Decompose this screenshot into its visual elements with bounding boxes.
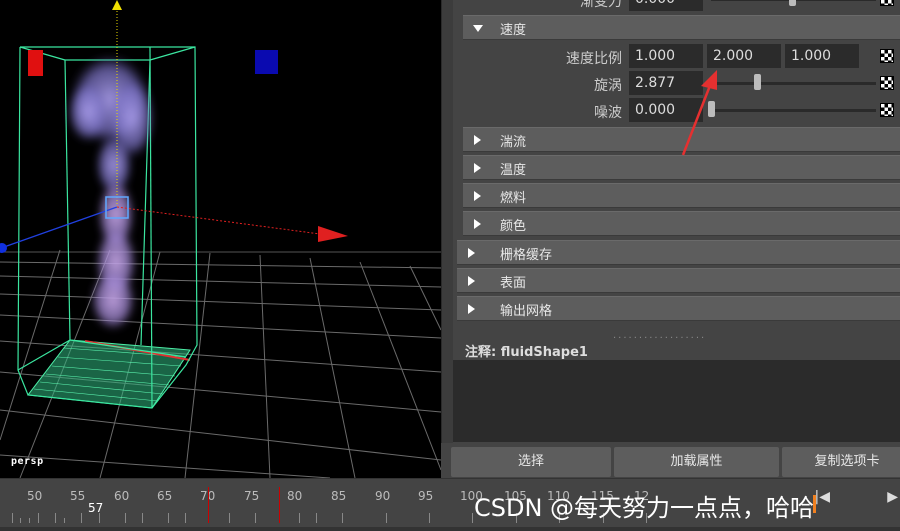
camera-label: persp — [11, 456, 44, 467]
key-marker — [208, 487, 209, 523]
red-marker — [28, 50, 43, 76]
watermark-text: CSDN @每天努力一点点，哈哈 — [474, 494, 815, 522]
tick-label: 55 — [70, 489, 86, 503]
load-attributes-button[interactable]: 加载属性 — [614, 447, 779, 477]
key-marker — [279, 487, 280, 523]
tick-label: 80 — [287, 489, 303, 503]
tick-label: 85 — [331, 489, 347, 503]
perspective-viewport[interactable]: persp — [0, 0, 441, 478]
tick-label: 65 — [157, 489, 173, 503]
step-back-icon[interactable]: |◀ — [815, 489, 830, 505]
bottom-strip — [0, 527, 900, 531]
panel-splitter[interactable] — [441, 0, 453, 478]
blue-marker — [255, 50, 278, 74]
tick-label: 50 — [27, 489, 43, 503]
play-forward-icon[interactable]: ▶ — [887, 489, 898, 505]
tick-label: 75 — [244, 489, 260, 503]
smoke-plume — [68, 55, 154, 330]
annotation-arrow — [681, 70, 717, 156]
tick-label: 95 — [418, 489, 434, 503]
tick-label: 60 — [114, 489, 130, 503]
select-button[interactable]: 选择 — [451, 447, 611, 477]
attribute-editor: 渐变力 0.000 速度 速度比例 1.000 2.000 1.000 旋涡 2… — [453, 0, 900, 478]
move-manipulator — [0, 0, 348, 253]
current-frame-label: 57 — [88, 501, 104, 515]
copy-tab-button[interactable]: 复制选项卡 — [782, 447, 900, 477]
tick-label: 90 — [375, 489, 391, 503]
attribute-editor-buttons: 选择 加载属性 复制选项卡 — [441, 443, 900, 478]
viewport-scene — [0, 0, 441, 478]
